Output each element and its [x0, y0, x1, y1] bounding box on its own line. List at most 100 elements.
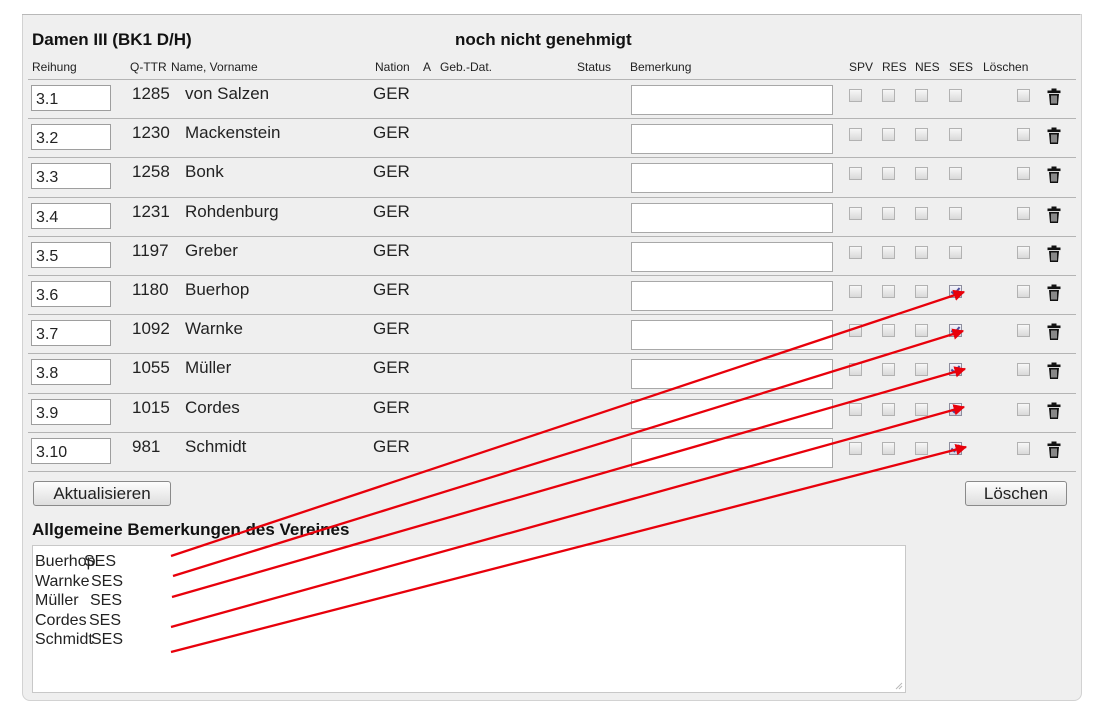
update-button[interactable]: Aktualisieren [33, 481, 171, 506]
checkbox-nes[interactable] [915, 89, 928, 102]
club-remarks-textarea[interactable]: Buerhop SES Warnke SES Müller SES Cordes SES Sch… [32, 545, 906, 693]
checkbox-spv[interactable] [849, 285, 862, 298]
reihung-input[interactable]: 3.10 [31, 437, 111, 464]
checkbox-res[interactable] [882, 402, 895, 416]
checkbox-spv[interactable] [849, 245, 862, 259]
checkbox-spv[interactable] [849, 89, 862, 102]
checkbox-nes[interactable] [915, 128, 928, 142]
checkbox-res[interactable] [882, 285, 895, 298]
reihung-input[interactable]: 3.9 [31, 398, 111, 425]
trash-icon[interactable] [1047, 245, 1061, 263]
bemerkung-input[interactable] [631, 398, 833, 429]
nation-value: GER [373, 358, 410, 378]
checkbox-loeschen[interactable] [1017, 89, 1030, 102]
checkbox-ses[interactable] [949, 285, 962, 298]
checkbox-res[interactable] [882, 89, 895, 102]
trash-icon[interactable] [1047, 323, 1061, 341]
bemerkung-input[interactable] [631, 85, 833, 115]
trash-icon[interactable] [1047, 166, 1061, 184]
qttr-value: 1197 [132, 240, 169, 260]
bemerkung-input[interactable] [631, 281, 833, 311]
checkbox-loeschen[interactable] [1017, 285, 1030, 298]
checkbox-res[interactable] [882, 167, 895, 181]
checkbox-loeschen[interactable] [1017, 402, 1030, 416]
trash-icon[interactable] [1047, 402, 1061, 420]
checkbox-ses[interactable] [949, 402, 962, 416]
checkbox-res[interactable] [882, 128, 895, 142]
checkbox-spv[interactable] [849, 441, 862, 455]
checkbox-res[interactable] [882, 206, 895, 220]
checkbox-loeschen[interactable] [1017, 324, 1030, 338]
bemerkung-input[interactable] [631, 163, 833, 194]
checkbox-nes[interactable] [915, 167, 928, 181]
nation-value: GER [373, 240, 410, 260]
bemerkung-input[interactable] [631, 202, 833, 233]
trash-icon[interactable] [1047, 206, 1061, 224]
reihung-input[interactable]: 3.7 [31, 320, 111, 347]
checkbox-nes[interactable] [915, 402, 928, 416]
reihung-input[interactable]: 3.3 [31, 163, 111, 190]
qttr-value: 1231 [132, 201, 170, 221]
checkbox-ses[interactable] [949, 324, 962, 338]
checkbox-nes[interactable] [915, 363, 928, 377]
checkbox-res[interactable] [882, 363, 895, 377]
checkbox-spv[interactable] [849, 363, 862, 377]
bemerkung-input[interactable] [631, 359, 833, 390]
trash-icon[interactable] [1047, 88, 1061, 106]
row-divider [28, 118, 1076, 120]
checkbox-res[interactable] [882, 441, 895, 455]
checkbox-loeschen[interactable] [1017, 206, 1030, 220]
trash-icon[interactable] [1047, 284, 1061, 302]
trash-icon[interactable] [1047, 127, 1061, 145]
trash-icon[interactable] [1047, 441, 1061, 459]
checkbox-ses[interactable] [949, 206, 962, 220]
bemerkung-input[interactable] [631, 241, 833, 272]
col-qttr: Q-TTR [130, 60, 167, 74]
col-name: Name, Vorname [171, 60, 258, 74]
remark-code: SES [91, 631, 124, 648]
table-row: 3.2 1230 Mackenstein GER [28, 118, 1076, 158]
checkbox-spv[interactable] [849, 128, 862, 142]
checkbox-loeschen[interactable] [1017, 363, 1030, 377]
checkbox-res[interactable] [882, 245, 895, 259]
checkbox-ses[interactable] [949, 167, 962, 181]
checkbox-loeschen[interactable] [1017, 167, 1030, 181]
reihung-input[interactable]: 3.4 [31, 202, 111, 229]
delete-button[interactable]: Löschen [965, 481, 1067, 506]
reihung-input[interactable]: 3.5 [31, 241, 111, 268]
checkbox-nes[interactable] [915, 285, 928, 298]
checkbox-ses[interactable] [949, 89, 962, 102]
checkbox-loeschen[interactable] [1017, 441, 1030, 455]
reihung-input[interactable]: 3.2 [31, 124, 111, 151]
checkbox-spv[interactable] [849, 402, 862, 416]
checkbox-ses[interactable] [949, 363, 962, 377]
trash-icon[interactable] [1047, 362, 1061, 380]
checkbox-ses[interactable] [949, 128, 962, 142]
checkbox-ses[interactable] [949, 441, 962, 455]
col-status: Status [577, 60, 612, 74]
col-nes: NES [915, 60, 940, 74]
checkbox-spv[interactable] [849, 167, 862, 181]
col-loeschen: Löschen [983, 60, 1029, 74]
col-a: A [423, 60, 432, 74]
bemerkung-input[interactable] [631, 320, 833, 351]
checkbox-ses[interactable] [949, 245, 962, 259]
reihung-input[interactable]: 3.8 [31, 359, 111, 386]
reihung-input[interactable]: 3.1 [31, 85, 111, 111]
checkbox-spv[interactable] [849, 206, 862, 220]
checkbox-loeschen[interactable] [1017, 128, 1030, 142]
resize-grip-icon[interactable] [895, 682, 903, 690]
bemerkung-input[interactable] [631, 124, 833, 155]
checkbox-nes[interactable] [915, 441, 928, 455]
checkbox-nes[interactable] [915, 324, 928, 338]
nation-value: GER [373, 280, 410, 299]
checkbox-spv[interactable] [849, 324, 862, 338]
reihung-input[interactable]: 3.6 [31, 281, 111, 307]
bemerkung-input[interactable] [631, 437, 833, 468]
checkbox-res[interactable] [882, 324, 895, 338]
checkbox-nes[interactable] [915, 245, 928, 259]
qttr-value: 981 [132, 436, 161, 456]
row-divider [28, 431, 1076, 433]
checkbox-nes[interactable] [915, 206, 928, 220]
checkbox-loeschen[interactable] [1017, 245, 1030, 259]
